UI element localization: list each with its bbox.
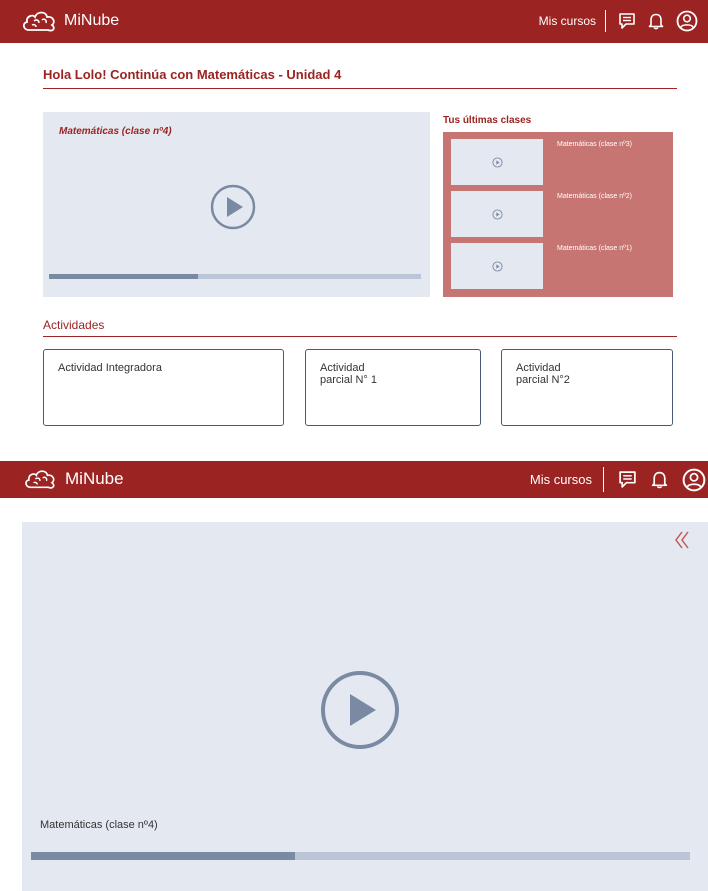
- user-icon[interactable]: [676, 10, 698, 32]
- current-video-card[interactable]: Matemáticas (clase nº4): [43, 112, 430, 297]
- recent-classes-panel: Matemáticas (clase nº3) Matemáticas (cla…: [443, 132, 673, 297]
- home-logo[interactable]: MiNube: [22, 467, 124, 491]
- recent-class-label[interactable]: Matemáticas (clase nº1): [557, 245, 632, 252]
- cloud-logo-icon: [22, 467, 58, 491]
- recent-class-label[interactable]: Matemáticas (clase nº3): [557, 141, 632, 148]
- activities-title: Actividades: [43, 318, 105, 332]
- nav-divider: [605, 10, 606, 32]
- nav-divider: [603, 467, 604, 492]
- top-navbar: MiNube Mis cursos: [0, 461, 708, 498]
- current-video-title: Matemáticas (clase nº4): [59, 126, 172, 137]
- user-icon[interactable]: [682, 468, 706, 492]
- activity-card[interactable]: Actividad parcial N° 1: [305, 349, 481, 426]
- bell-icon[interactable]: [648, 12, 664, 30]
- play-icon[interactable]: [320, 670, 400, 750]
- video-progress[interactable]: [31, 852, 690, 860]
- recent-class-label[interactable]: Matemáticas (clase nº2): [557, 193, 632, 200]
- activity-card[interactable]: Actividad Integradora: [43, 349, 284, 426]
- greeting-divider: [43, 88, 677, 89]
- video-title: Matemáticas (clase nº4): [40, 819, 158, 831]
- mis-cursos-link[interactable]: Mis cursos: [530, 472, 592, 487]
- cloud-logo-icon: [20, 8, 58, 34]
- activity-card[interactable]: Actividad parcial N°2: [501, 349, 673, 426]
- video-player[interactable]: Matemáticas (clase nº4): [22, 522, 708, 891]
- recent-class-thumb[interactable]: [451, 191, 543, 237]
- current-video-progress[interactable]: [49, 274, 421, 279]
- double-chevron-left-icon[interactable]: [674, 530, 690, 550]
- bell-icon[interactable]: [651, 470, 668, 489]
- play-icon: [492, 261, 503, 272]
- brand-name: MiNube: [65, 469, 124, 488]
- chat-icon[interactable]: [618, 12, 636, 30]
- play-icon: [492, 209, 503, 220]
- current-video-progress-fill: [49, 274, 198, 279]
- video-progress-fill: [31, 852, 295, 860]
- activities-divider: [43, 336, 677, 337]
- greeting-title: Hola Lolo! Continúa con Matemáticas - Un…: [43, 67, 342, 82]
- top-navbar: MiNube Mis cursos: [0, 0, 708, 43]
- chat-icon[interactable]: [618, 470, 637, 489]
- play-icon[interactable]: [210, 184, 256, 230]
- recent-class-thumb[interactable]: [451, 243, 543, 289]
- recent-classes-title: Tus últimas clases: [443, 115, 532, 126]
- recent-class-thumb[interactable]: [451, 139, 543, 185]
- brand-name: MiNube: [64, 12, 120, 29]
- mis-cursos-link[interactable]: Mis cursos: [539, 14, 596, 28]
- home-logo[interactable]: MiNube: [20, 8, 119, 34]
- play-icon: [492, 157, 503, 168]
